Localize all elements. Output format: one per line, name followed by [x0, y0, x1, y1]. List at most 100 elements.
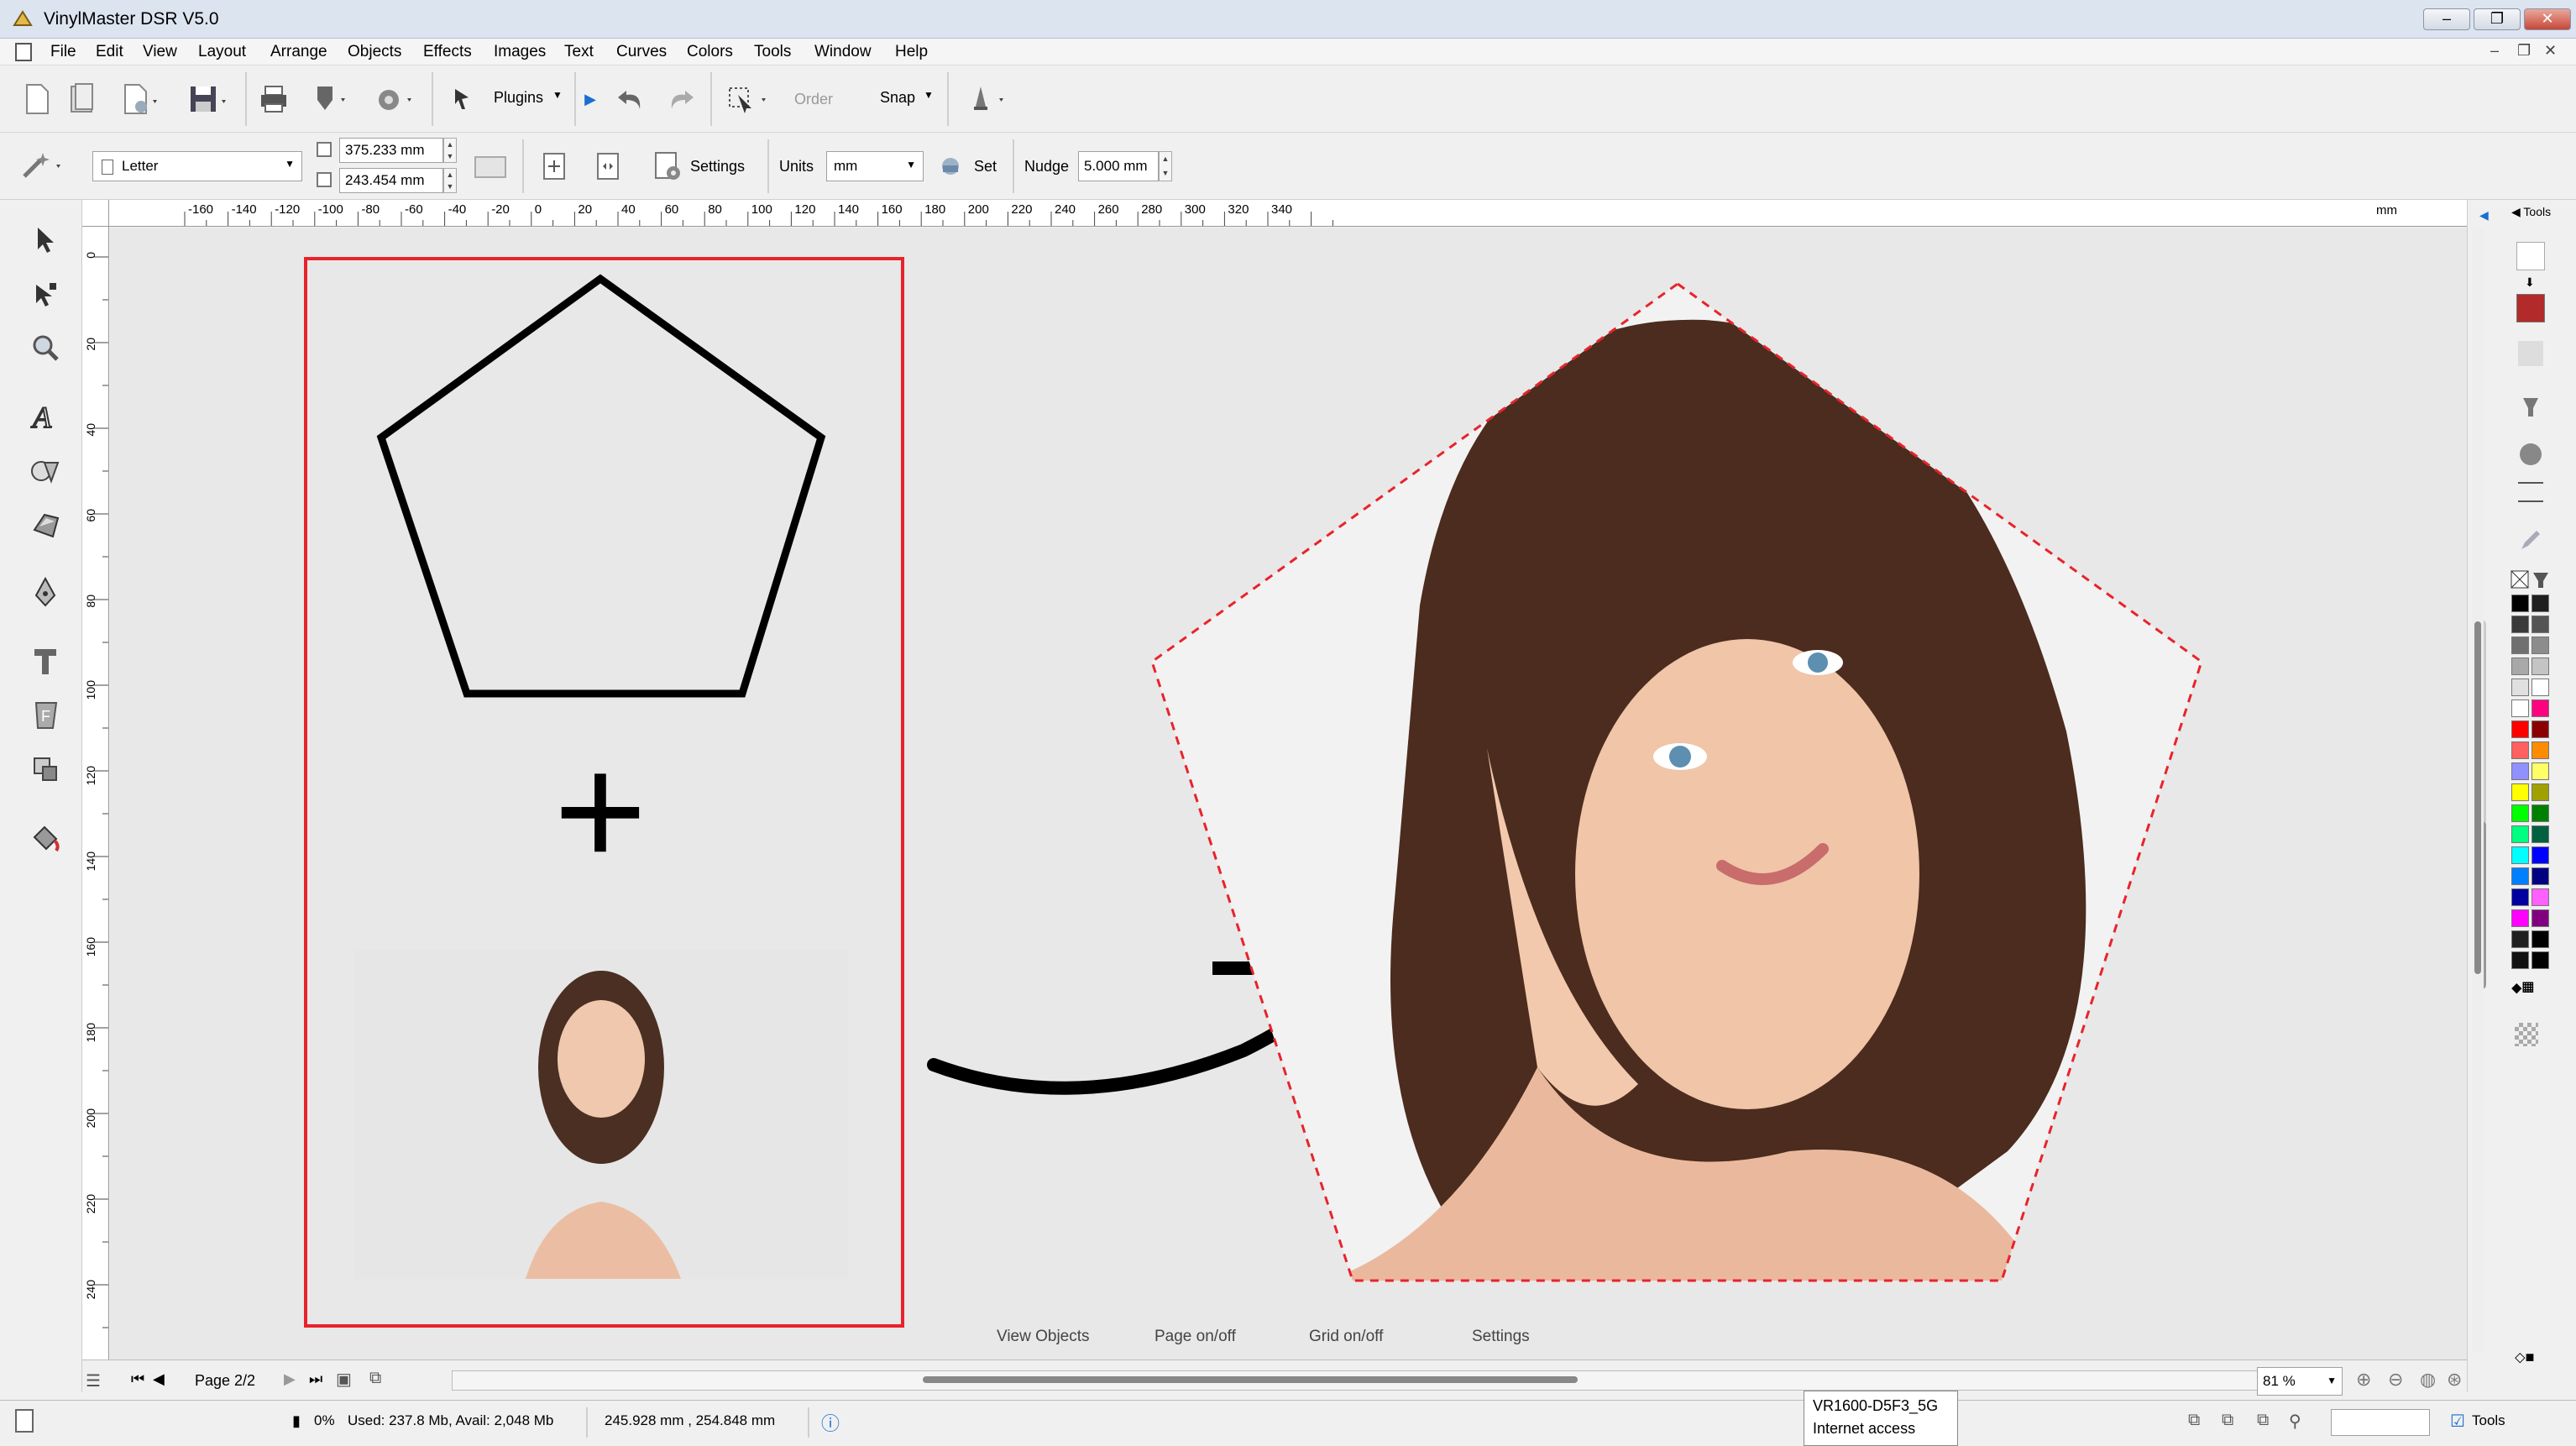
pentagon-shape[interactable]	[376, 274, 826, 698]
horizontal-scrollbar[interactable]	[452, 1370, 2333, 1391]
plugins-dropdown-arrow-icon[interactable]: ▼	[552, 89, 563, 101]
layers-icon[interactable]: ☰	[86, 1370, 101, 1391]
grid-toggle-label[interactable]: Grid on/off	[1309, 1328, 1383, 1346]
palette-swatch[interactable]	[2531, 637, 2549, 654]
menu-arrange[interactable]: Arrange	[270, 43, 327, 61]
horizontal-ruler[interactable]: -160 -140 -120 -100 -80 -60 -40 -20 0 20 40 60 80 100…	[82, 200, 2467, 227]
palette-swatch[interactable]	[2531, 804, 2549, 822]
clipped-photo[interactable]	[1118, 278, 2234, 1286]
palette-swatch[interactable]	[2511, 783, 2529, 801]
ruler-corner[interactable]	[82, 200, 109, 227]
mdi-minimize-button[interactable]: –	[2490, 42, 2499, 60]
pencil-icon[interactable]	[2518, 527, 2543, 553]
contour-tool[interactable]	[22, 500, 69, 547]
zoom-select[interactable]: 81 % ▼	[2257, 1367, 2343, 1396]
page-size-select[interactable]: Letter ▼	[92, 151, 302, 181]
menu-images[interactable]: Images	[494, 43, 546, 61]
fill-color-swatch[interactable]	[2516, 294, 2545, 322]
info-icon[interactable]: ⓘ	[821, 1409, 840, 1436]
select-all-button[interactable]	[724, 81, 772, 118]
weed-tools-button[interactable]	[962, 81, 1013, 118]
source-photo[interactable]	[355, 951, 848, 1279]
text-tool[interactable]: A	[22, 393, 69, 440]
page-layout-button[interactable]	[591, 149, 625, 183]
vertical-ruler[interactable]: 0 20 40 60 80 100 120 140 160 180 200 220 240	[82, 227, 109, 1360]
palette-swatch[interactable]	[2511, 804, 2529, 822]
menu-colors[interactable]: Colors	[687, 43, 733, 61]
snap-dropdown-arrow-icon[interactable]: ▼	[924, 89, 934, 101]
drawing-canvas[interactable]: + View Objects Page on/off Grid on/off S…	[110, 228, 2467, 1360]
palette-swatch[interactable]	[2511, 909, 2529, 927]
page-settings-button[interactable]: Settings	[690, 158, 745, 176]
horizontal-scroll-thumb[interactable]	[923, 1376, 1578, 1383]
palette-swatch[interactable]	[2531, 762, 2549, 780]
panel-collapse-icon[interactable]: ◀	[2479, 208, 2489, 223]
undo-button[interactable]	[613, 81, 650, 118]
palette-swatch[interactable]	[2511, 762, 2529, 780]
palette-swatch[interactable]	[2511, 825, 2529, 843]
vertical-scroll-thumb[interactable]	[2474, 621, 2481, 974]
add-page-bottom-button[interactable]: ▣	[336, 1369, 352, 1390]
eyedropper-icon[interactable]	[2518, 395, 2543, 420]
page-toggle-label[interactable]: Page on/off	[1154, 1328, 1236, 1346]
units-select[interactable]: mm ▼	[826, 151, 924, 181]
palette-swatch[interactable]	[2531, 616, 2549, 633]
page-width-field[interactable]: 375.233 mm	[339, 138, 443, 163]
weld-tool[interactable]	[22, 746, 69, 793]
palette-swatch[interactable]	[2511, 741, 2529, 759]
menu-edit[interactable]: Edit	[96, 43, 123, 61]
color-picker-icon[interactable]	[2518, 341, 2543, 366]
group-icon[interactable]: ⧉	[2222, 1411, 2233, 1430]
zoom-fit-icon[interactable]: ◍	[2420, 1369, 2436, 1391]
page-copy-button[interactable]: ⧉	[369, 1369, 381, 1388]
palette-swatch[interactable]	[2511, 637, 2529, 654]
palette-swatch[interactable]	[2511, 678, 2529, 696]
page-width-spinner[interactable]: ▲ ▼	[443, 138, 457, 163]
palette-swatch[interactable]	[2531, 867, 2549, 885]
vertical-scrollbar[interactable]	[2472, 227, 2484, 1352]
page-height-spinner[interactable]: ▲ ▼	[443, 168, 457, 193]
palette-swatch[interactable]	[2531, 930, 2549, 948]
zoom-page-icon[interactable]: ⊛	[2447, 1369, 2462, 1391]
open-template-button[interactable]	[65, 81, 99, 118]
menu-effects[interactable]: Effects	[423, 43, 472, 61]
page-height-field[interactable]: 243.454 mm	[339, 168, 443, 193]
swap-colors-icon[interactable]: ⬇	[2525, 275, 2535, 290]
shape-tool[interactable]	[22, 447, 69, 494]
combine-icon[interactable]: ⧉	[2257, 1411, 2269, 1430]
production-manager-button[interactable]	[369, 81, 420, 118]
add-page-button[interactable]	[537, 149, 571, 183]
no-color-icon[interactable]	[2510, 569, 2553, 589]
menu-file[interactable]: File	[50, 43, 76, 61]
view-objects-label[interactable]: View Objects	[997, 1328, 1090, 1346]
zoom-in-icon[interactable]: ⊕	[2356, 1369, 2371, 1391]
orientation-button[interactable]	[472, 151, 509, 183]
menu-curves[interactable]: Curves	[616, 43, 667, 61]
fill-tool[interactable]	[22, 815, 69, 862]
palette-swatch[interactable]	[2511, 699, 2529, 717]
save-button[interactable]	[183, 81, 233, 118]
align-icon[interactable]: ⧉	[2188, 1411, 2200, 1430]
palette-swatch[interactable]	[2511, 888, 2529, 906]
menu-objects[interactable]: Objects	[348, 43, 401, 61]
palette-swatch[interactable]	[2531, 951, 2549, 969]
fill-effect-tool[interactable]: F	[22, 692, 69, 739]
palette-swatch[interactable]	[2531, 888, 2549, 906]
zoom-out-icon[interactable]: ⊖	[2388, 1369, 2403, 1391]
palette-swatch[interactable]	[2511, 658, 2529, 675]
palette-swatch[interactable]	[2531, 783, 2549, 801]
select-tool[interactable]	[22, 217, 69, 264]
outline-color-swatch[interactable]	[2516, 242, 2545, 270]
set-button[interactable]: Set	[974, 158, 997, 176]
last-page-button[interactable]: ⏭	[309, 1370, 322, 1388]
menu-tools[interactable]: Tools	[754, 43, 791, 61]
mdi-close-button[interactable]: ✕	[2544, 42, 2557, 60]
new-document-button[interactable]	[20, 81, 54, 118]
palette-swatch[interactable]	[2531, 595, 2549, 612]
tool-options-button[interactable]	[17, 148, 67, 185]
maximize-button[interactable]: ❐	[2474, 8, 2521, 30]
palette-swatch[interactable]	[2531, 720, 2549, 738]
palette-swatch[interactable]	[2511, 867, 2529, 885]
zoom-tool[interactable]	[22, 324, 69, 371]
palette-swatch[interactable]	[2531, 741, 2549, 759]
